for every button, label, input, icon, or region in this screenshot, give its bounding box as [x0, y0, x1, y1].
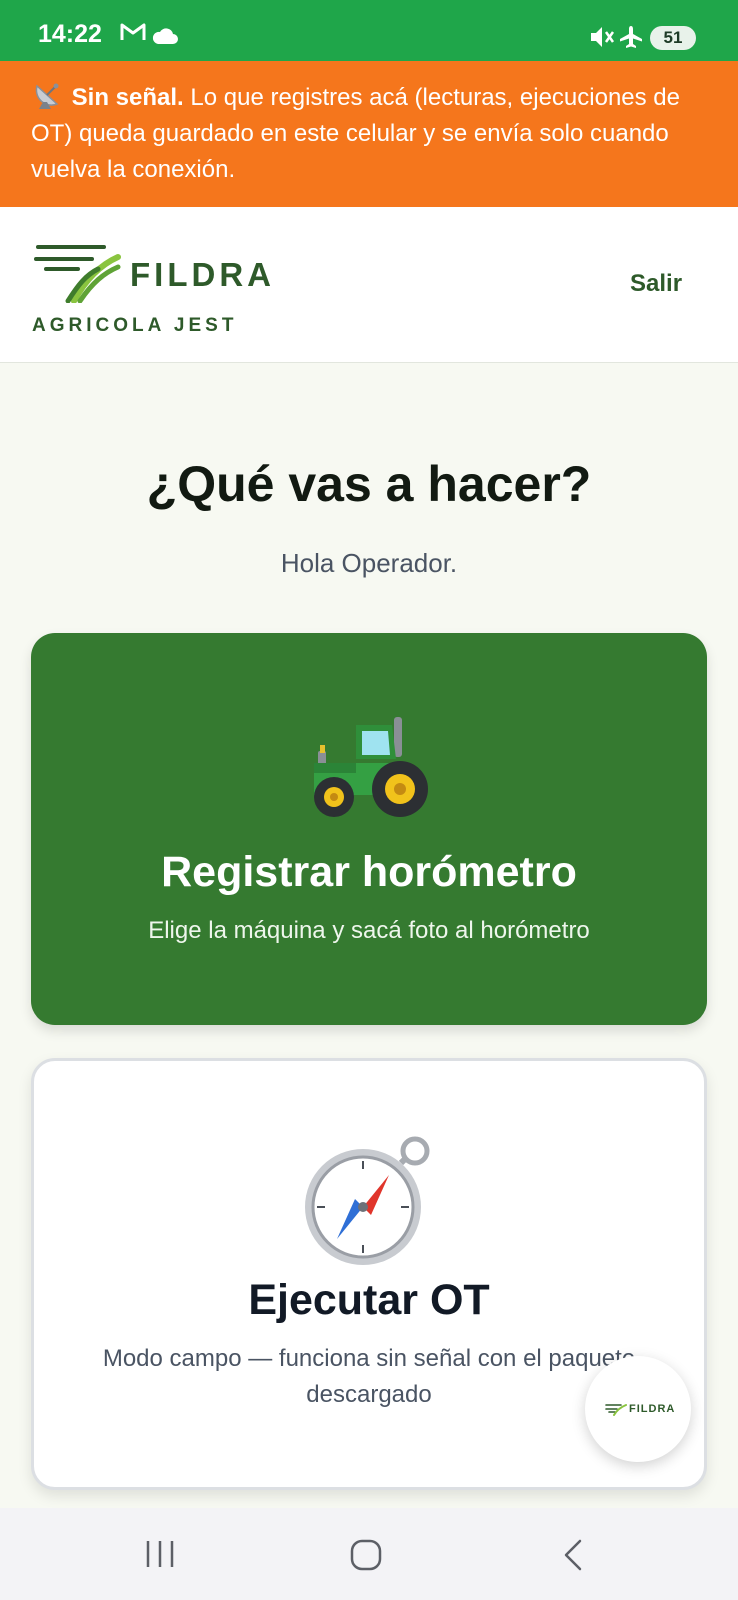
mute-icon	[588, 24, 616, 55]
greeting-text: Hola Operador.	[280, 548, 458, 578]
fildra-logo-icon	[34, 235, 124, 308]
fildra-floating-button[interactable]: FILDRA	[585, 1356, 691, 1462]
compass-icon	[301, 1131, 437, 1272]
app-header: FILDRA AGRICOLA JEST Salir	[0, 207, 738, 363]
back-icon[interactable]	[560, 1538, 586, 1577]
brand-name: FILDRA	[130, 256, 275, 293]
status-bar: 14:22 51	[0, 0, 738, 61]
card-title: Ejecutar OT	[248, 1276, 490, 1324]
banner-title: Sin señal.	[71, 84, 184, 111]
airplane-mode-icon	[618, 24, 644, 55]
battery-icon: 51	[650, 26, 696, 50]
page-title: ¿Qué vas a hacer?	[146, 456, 592, 512]
satellite-antenna-icon	[31, 82, 65, 110]
cloud-icon	[151, 27, 179, 50]
card-description: Elige la máquina y sacá foto al horómetr…	[148, 917, 590, 944]
fab-label: FILDRA	[629, 1403, 676, 1415]
system-navigation-bar	[0, 1508, 738, 1600]
card-description: Modo campo — funciona sin señal con el p…	[102, 1345, 636, 1408]
offline-banner: Sin señal. Lo que registres acá (lectura…	[0, 61, 738, 207]
card-title: Registrar horómetro	[161, 848, 577, 896]
register-hourmeter-card[interactable]: Registrar horómetro Elige la máquina y s…	[31, 633, 707, 1025]
home-icon[interactable]	[349, 1538, 383, 1577]
recent-apps-icon[interactable]	[143, 1538, 177, 1575]
fildra-logo-icon	[605, 1402, 627, 1421]
tractor-icon	[304, 711, 434, 826]
gmail-icon	[120, 22, 146, 47]
status-time: 14:22	[38, 20, 102, 48]
brand-subtitle: AGRICOLA JEST	[32, 315, 238, 336]
logout-button[interactable]: Salir	[630, 270, 682, 298]
